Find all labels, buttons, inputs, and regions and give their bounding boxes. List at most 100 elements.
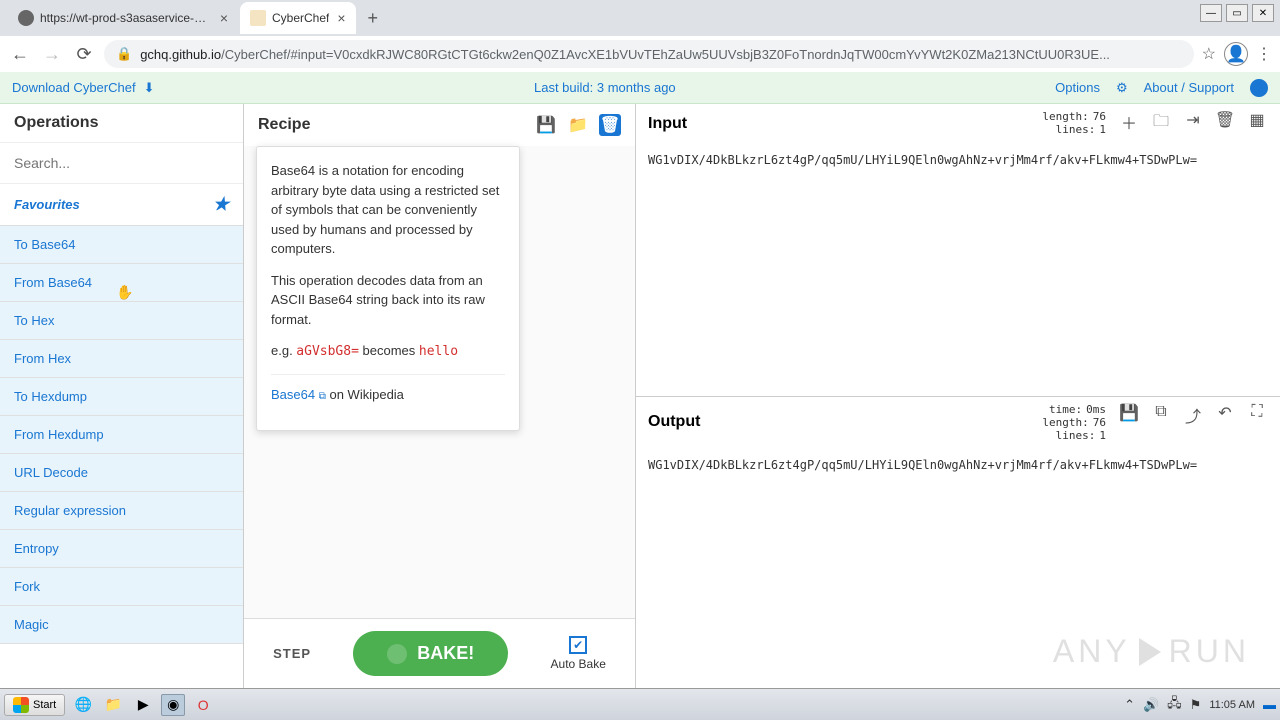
new-tab-button[interactable]: + bbox=[358, 8, 389, 29]
open-folder-icon[interactable]: 🗀 bbox=[1150, 110, 1172, 137]
download-link[interactable]: Download CyberChef bbox=[12, 80, 136, 95]
step-button[interactable]: STEP bbox=[273, 646, 311, 661]
address-bar: ← → ⟳ 🔒 gchq.github.io/CyberChef/#input=… bbox=[0, 36, 1280, 72]
tray-monitor-icon[interactable]: ▬ bbox=[1263, 697, 1276, 712]
app-body: Operations Favourites ★ To Base64 From B… bbox=[0, 104, 1280, 688]
input-textarea[interactable]: WG1vDIX/4DkBLkzrL6zt4gP/qq5mU/LHYiL9QEln… bbox=[636, 143, 1280, 396]
input-panel: Input length:76 lines:1 ＋ 🗀 ⇥ 🗑 ▦ WG1vD bbox=[636, 104, 1280, 397]
system-tray: ⌃ 🔊 🖧 ⚑ 11:05 AM ▬ bbox=[1124, 694, 1276, 716]
recipe-panel: Recipe 💾 📁 🗑 Base64 is a notation for en… bbox=[244, 104, 636, 688]
auto-bake-label: Auto Bake bbox=[551, 657, 606, 671]
close-window-button[interactable]: ✕ bbox=[1252, 4, 1274, 22]
maximize-output-icon[interactable]: ⛶ bbox=[1246, 403, 1268, 427]
operation-tooltip: Base64 is a notation for encoding arbitr… bbox=[256, 146, 520, 431]
bookmark-star-icon[interactable]: ☆ bbox=[1202, 44, 1216, 64]
cyberchef-icon bbox=[250, 10, 266, 26]
op-to-hex[interactable]: To Hex bbox=[0, 302, 243, 340]
profile-icon[interactable]: 👤 bbox=[1224, 42, 1248, 66]
save-output-icon[interactable]: 💾 bbox=[1118, 403, 1140, 427]
lock-icon: 🔒 bbox=[116, 46, 132, 62]
op-from-hexdump[interactable]: From Hexdump bbox=[0, 416, 243, 454]
clear-recipe-icon[interactable]: 🗑 bbox=[599, 114, 621, 136]
tab-title: CyberChef bbox=[272, 11, 329, 25]
op-fork[interactable]: Fork bbox=[0, 568, 243, 606]
op-from-hex[interactable]: From Hex bbox=[0, 340, 243, 378]
gear-icon[interactable]: ⚙ bbox=[1116, 80, 1128, 96]
wikipedia-link[interactable]: Base64 bbox=[271, 387, 315, 402]
tray-chevron-icon[interactable]: ⌃ bbox=[1124, 697, 1135, 713]
taskbar-chrome-icon[interactable]: ◉ bbox=[161, 694, 185, 716]
bake-label: BAKE! bbox=[417, 643, 474, 664]
tray-clock[interactable]: 11:05 AM bbox=[1209, 699, 1255, 711]
maximize-button[interactable]: ▭ bbox=[1226, 4, 1248, 22]
tab-close-icon[interactable]: × bbox=[220, 10, 228, 26]
op-entropy[interactable]: Entropy bbox=[0, 530, 243, 568]
favourites-header[interactable]: Favourites ★ bbox=[0, 184, 243, 226]
tooltip-example: e.g. aGVsbG8= becomes hello bbox=[271, 341, 505, 362]
recipe-drop-area[interactable]: Base64 is a notation for encoding arbitr… bbox=[244, 146, 635, 618]
url-text: gchq.github.io/CyberChef/#input=V0cxdkRJ… bbox=[140, 47, 1181, 62]
tooltip-p1: Base64 is a notation for encoding arbitr… bbox=[271, 161, 505, 259]
load-recipe-icon[interactable]: 📁 bbox=[567, 114, 589, 136]
copy-output-icon[interactable]: ⧉ bbox=[1150, 403, 1172, 427]
operations-panel: Operations Favourites ★ To Base64 From B… bbox=[0, 104, 244, 688]
recipe-header: Recipe 💾 📁 🗑 bbox=[244, 104, 635, 146]
address-input[interactable]: 🔒 gchq.github.io/CyberChef/#input=V0cxdk… bbox=[104, 40, 1194, 68]
globe-icon bbox=[18, 10, 34, 26]
input-title: Input bbox=[648, 115, 687, 133]
window-controls: — ▭ ✕ bbox=[1200, 4, 1274, 22]
undo-icon[interactable]: ↶ bbox=[1214, 403, 1236, 427]
input-stats: length:76 lines:1 bbox=[1035, 110, 1106, 136]
taskbar-opera-icon[interactable]: O bbox=[191, 694, 215, 716]
search-input[interactable] bbox=[0, 142, 243, 184]
about-link[interactable]: About / Support bbox=[1144, 80, 1234, 95]
op-to-base64[interactable]: To Base64 bbox=[0, 226, 243, 264]
taskbar-media-icon[interactable]: ▶ bbox=[131, 694, 155, 716]
clear-input-icon[interactable]: 🗑 bbox=[1214, 110, 1236, 137]
app-banner: Download CyberChef ⬇ Last build: 3 month… bbox=[0, 72, 1280, 104]
star-icon: ★ bbox=[213, 194, 229, 215]
watermark: ANYRUN bbox=[1053, 633, 1250, 670]
tab-close-icon[interactable]: × bbox=[337, 10, 345, 26]
tab-title: https://wt-prod-s3asaservice-storm bbox=[40, 11, 212, 25]
taskbar-explorer-icon[interactable]: 📁 bbox=[101, 694, 125, 716]
browser-tab-0[interactable]: https://wt-prod-s3asaservice-storm × bbox=[8, 2, 238, 34]
tray-volume-icon[interactable]: 🔊 bbox=[1143, 697, 1159, 713]
add-input-icon[interactable]: ＋ bbox=[1118, 110, 1140, 137]
help-icon[interactable]: ? bbox=[1250, 79, 1268, 97]
auto-bake-toggle[interactable]: ✔ Auto Bake bbox=[551, 636, 606, 671]
tray-network-icon[interactable]: 🖧 bbox=[1167, 694, 1182, 716]
chef-hat-icon bbox=[387, 644, 407, 664]
tray-flag-icon[interactable]: ⚑ bbox=[1190, 697, 1202, 713]
start-button[interactable]: Start bbox=[4, 694, 65, 716]
forward-button[interactable]: → bbox=[40, 42, 64, 66]
minimize-button[interactable]: — bbox=[1200, 4, 1222, 22]
operations-title: Operations bbox=[14, 114, 98, 132]
start-label: Start bbox=[33, 699, 56, 711]
browser-tab-1[interactable]: CyberChef × bbox=[240, 2, 356, 34]
external-link-icon: ⧉ bbox=[319, 391, 326, 402]
chrome-menu-icon[interactable]: ⋮ bbox=[1256, 44, 1272, 64]
play-triangle-icon bbox=[1139, 638, 1161, 666]
bake-button[interactable]: BAKE! bbox=[353, 631, 508, 676]
download-icon[interactable]: ⬇ bbox=[144, 80, 155, 96]
op-regex[interactable]: Regular expression bbox=[0, 492, 243, 530]
output-title: Output bbox=[648, 413, 700, 431]
favourites-label: Favourites bbox=[14, 197, 80, 212]
reload-button[interactable]: ⟳ bbox=[72, 42, 96, 66]
op-to-hexdump[interactable]: To Hexdump bbox=[0, 378, 243, 416]
taskbar-ie-icon[interactable]: 🌐 bbox=[71, 694, 95, 716]
op-magic[interactable]: Magic bbox=[0, 606, 243, 644]
tooltip-p2: This operation decodes data from an ASCI… bbox=[271, 271, 505, 330]
save-recipe-icon[interactable]: 💾 bbox=[535, 114, 557, 136]
input-grid-icon[interactable]: ▦ bbox=[1246, 110, 1268, 137]
op-url-decode[interactable]: URL Decode bbox=[0, 454, 243, 492]
open-file-icon[interactable]: ⇥ bbox=[1182, 110, 1204, 137]
move-output-icon[interactable]: ⤴ bbox=[1182, 403, 1204, 427]
browser-chrome: — ▭ ✕ https://wt-prod-s3asaservice-storm… bbox=[0, 0, 1280, 72]
back-button[interactable]: ← bbox=[8, 42, 32, 66]
options-link[interactable]: Options bbox=[1055, 80, 1100, 95]
bake-controls: STEP BAKE! ✔ Auto Bake bbox=[244, 618, 635, 688]
windows-logo-icon bbox=[13, 697, 29, 713]
tooltip-link-row: Base64 ⧉ on Wikipedia bbox=[271, 385, 505, 405]
